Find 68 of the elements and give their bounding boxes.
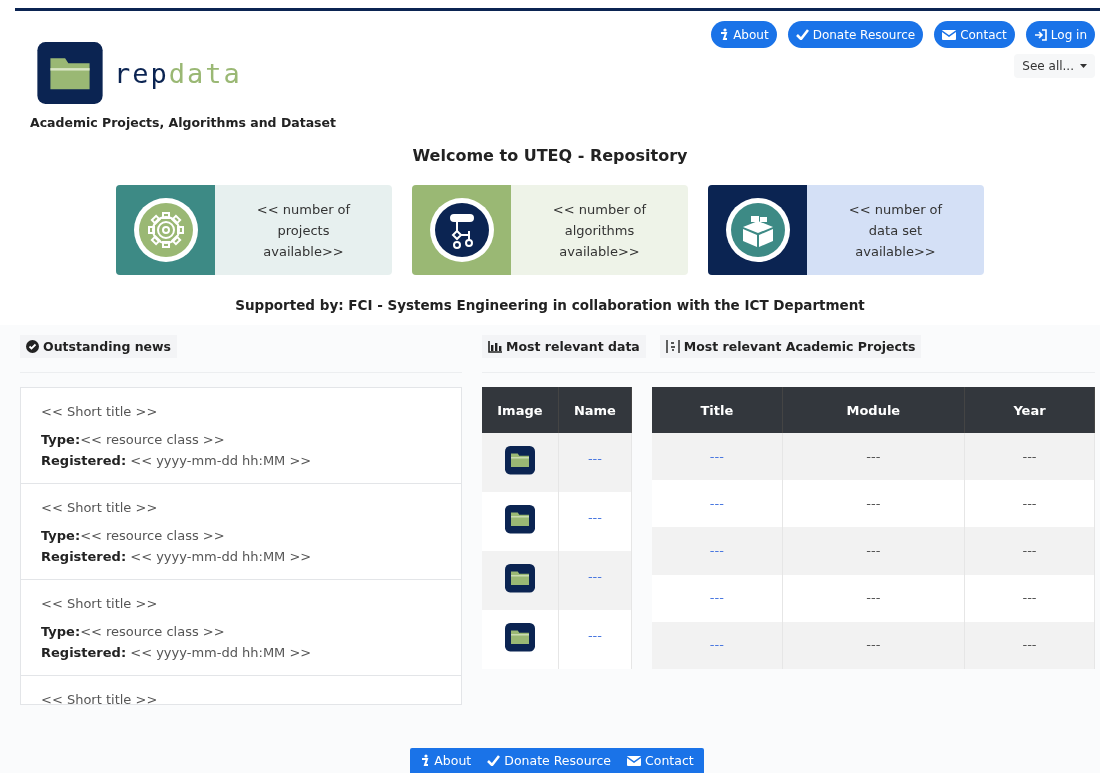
table-cell: --- — [964, 527, 1095, 575]
supported-by-text: Supported by: FCI - Systems Engineering in collaboration with the ICT Department — [234, 297, 866, 313]
folder-icon — [504, 623, 535, 652]
heading-text: Most relevant data — [506, 339, 640, 354]
heading-text: Outstanding news — [43, 339, 172, 354]
stat-text: << number of data set available>> — [847, 200, 944, 261]
table-cell: --- — [782, 527, 965, 575]
nav-button[interactable]: Contact — [934, 21, 1015, 48]
stat-text: << number of projects available>> — [255, 200, 352, 261]
footer-link[interactable]: Contact — [627, 753, 694, 768]
mail-icon — [627, 755, 642, 766]
mail-icon — [942, 29, 957, 40]
see-all-dropdown[interactable]: See all... — [1014, 54, 1095, 78]
folder-icon — [504, 564, 535, 593]
column-header: Image — [482, 387, 559, 433]
welcome-title: Welcome to UTEQ - Repository — [411, 146, 689, 165]
table-cell: --- — [782, 433, 965, 481]
title-link[interactable]: --- — [709, 542, 724, 558]
table-cell: --- — [782, 621, 965, 669]
check-icon — [487, 755, 501, 766]
news-registered: Registered: << yyyy-mm-dd hh:MM >> — [41, 644, 313, 662]
info-icon — [420, 754, 431, 767]
title-link[interactable]: --- — [709, 495, 724, 511]
nav-button[interactable]: Log in — [1025, 21, 1095, 48]
check-icon — [795, 29, 809, 40]
name-link[interactable]: --- — [587, 510, 602, 525]
name-link[interactable]: --- — [587, 628, 602, 643]
heading-text: Most relevant Academic Projects — [683, 339, 916, 354]
check-circle-icon — [26, 340, 39, 353]
title-link[interactable]: --- — [709, 637, 724, 653]
news-title: << Short title >> — [41, 692, 159, 704]
title-link[interactable]: --- — [709, 448, 724, 464]
news-registered: Registered: << yyyy-mm-dd hh:MM >> — [41, 452, 313, 470]
site-subtitle: Academic Projects, Algorithms and Dataset — [30, 115, 337, 130]
folder-icon — [504, 505, 535, 534]
stat-text: << number of algorithms available>> — [551, 200, 648, 261]
table-cell: --- — [782, 480, 965, 528]
folder-icon — [504, 446, 535, 475]
logo-text: repdata — [114, 57, 242, 89]
column-header: Title — [652, 387, 783, 433]
column-header: Module — [782, 387, 965, 433]
table-cell: --- — [782, 574, 965, 622]
table-cell: --- — [964, 621, 1095, 669]
nav-button[interactable]: Donate Resource — [787, 21, 924, 48]
bar-chart-icon — [488, 340, 502, 353]
caret-icon — [1080, 64, 1087, 68]
news-title: << Short title >> — [41, 404, 159, 419]
column-header: Year — [964, 387, 1095, 433]
info-icon — [719, 28, 730, 41]
footer-link[interactable]: Donate Resource — [487, 753, 612, 768]
news-registered: Registered: << yyyy-mm-dd hh:MM >> — [41, 548, 313, 566]
name-link[interactable]: --- — [587, 451, 602, 466]
news-type: Type:<< resource class >> — [41, 527, 226, 545]
name-link[interactable]: --- — [587, 569, 602, 584]
table-cell: --- — [964, 433, 1095, 481]
news-type: Type:<< resource class >> — [41, 623, 226, 641]
news-title: << Short title >> — [41, 500, 159, 515]
sort-icon — [665, 340, 680, 353]
login-icon — [1033, 28, 1047, 41]
column-header: Name — [558, 387, 632, 433]
title-link[interactable]: --- — [709, 590, 724, 606]
folder-logo-icon — [36, 42, 104, 104]
nav-button[interactable]: About — [711, 21, 777, 48]
table-cell: --- — [964, 480, 1095, 528]
footer-link[interactable]: About — [420, 753, 472, 768]
news-title: << Short title >> — [41, 596, 159, 611]
news-type: Type:<< resource class >> — [41, 431, 226, 449]
table-cell: --- — [964, 574, 1095, 622]
